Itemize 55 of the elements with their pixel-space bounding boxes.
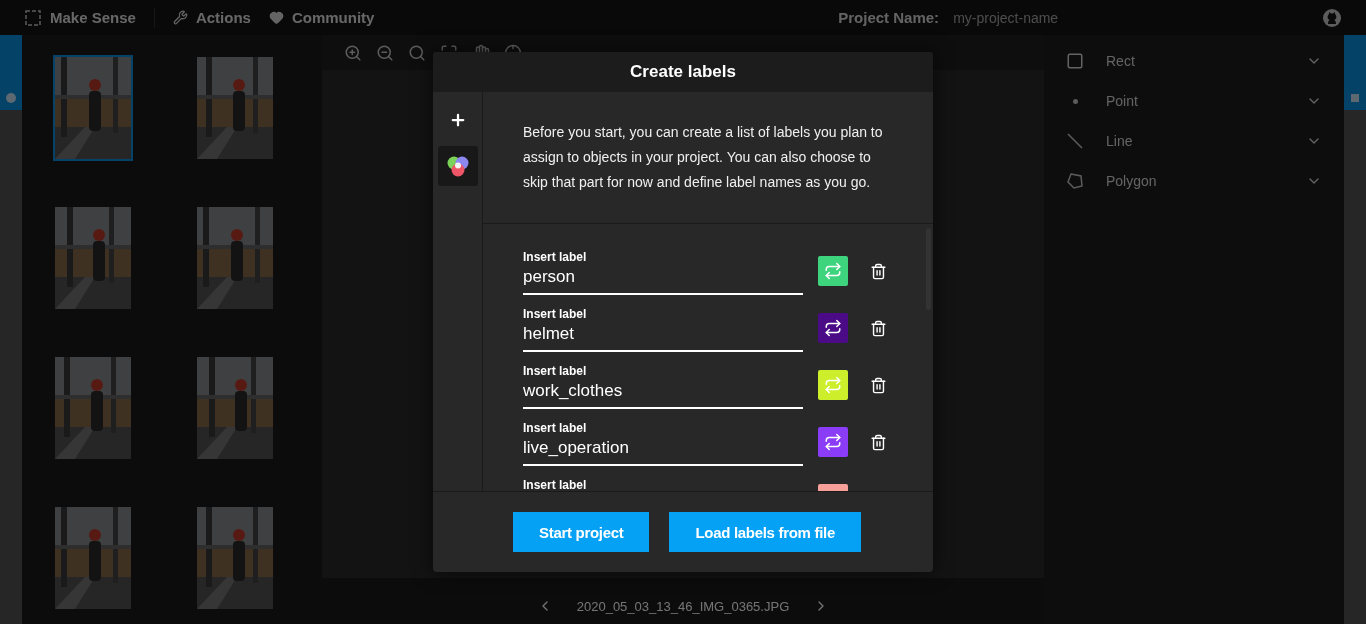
line-icon (1066, 132, 1084, 150)
load-labels-button[interactable]: Load labels from file (669, 512, 861, 552)
delete-button[interactable] (868, 432, 888, 452)
label-name-field[interactable]: helmet (523, 324, 803, 352)
field-label: Insert label (523, 364, 588, 378)
delete-button[interactable] (868, 261, 888, 281)
dialog-title: Create labels (630, 62, 736, 82)
github-icon[interactable] (1322, 7, 1342, 28)
color-swatch-button[interactable] (818, 256, 848, 286)
refresh-icon (824, 376, 842, 394)
polygon-icon (1066, 172, 1084, 190)
heart-icon (268, 10, 284, 25)
delete-button[interactable] (868, 318, 888, 338)
app-name: Make Sense (50, 9, 136, 26)
color-swatch-button[interactable] (818, 313, 848, 343)
tool-name[interactable]: Line (1106, 133, 1284, 149)
logo-icon (24, 8, 42, 27)
field-label: Insert label (523, 478, 588, 491)
refresh-icon (824, 433, 842, 451)
delete-icon (869, 319, 887, 337)
delete-button[interactable] (868, 375, 888, 395)
tool-name[interactable]: Point (1106, 93, 1284, 109)
color-swatch-button[interactable] (818, 427, 848, 457)
project-name-field[interactable]: my-project-name (953, 9, 1059, 26)
label-name-field[interactable]: work_clothes (523, 381, 803, 409)
wrench-icon (172, 10, 188, 25)
delete-icon (869, 262, 887, 280)
field-label: Insert label (523, 421, 588, 435)
zoom-in-icon[interactable] (344, 43, 362, 62)
project-name-label: Project Name: (838, 9, 940, 26)
dialog-description: Before you start, you can create a list of labels you plan to assign to objects in your project. You can also choose to skip that part for now and define label names as you go. (483, 92, 933, 224)
tool-name[interactable]: Polygon (1106, 173, 1284, 189)
tool-name[interactable]: Rect (1106, 53, 1284, 69)
label-name-field[interactable]: live_operation (523, 438, 803, 466)
menu-item[interactable]: Actions (195, 9, 251, 26)
delete-icon (869, 376, 887, 394)
start-project-button[interactable]: Start project (513, 512, 650, 552)
field-label: Insert label (523, 250, 588, 264)
search-icon[interactable] (408, 43, 426, 62)
rectangle-icon (1066, 52, 1084, 70)
color-palette-button[interactable] (437, 146, 478, 186)
images-side-tab[interactable] (0, 35, 22, 110)
refresh-icon (824, 319, 842, 337)
images-icon (5, 92, 17, 104)
label-name-field[interactable]: person (523, 267, 803, 295)
labels-side-tab[interactable] (1344, 35, 1366, 110)
refresh-icon (824, 262, 842, 280)
field-label: Insert label (523, 307, 588, 321)
point-icon (1072, 98, 1078, 104)
image-filename: 2020_05_03_13_46_IMG_0365.JPG (576, 598, 790, 614)
color-swatch-button[interactable] (818, 370, 848, 400)
zoom-out-icon[interactable] (376, 43, 394, 62)
menu-item[interactable]: Community (291, 9, 375, 26)
delete-icon (869, 433, 887, 451)
labels-icon (1349, 92, 1361, 104)
